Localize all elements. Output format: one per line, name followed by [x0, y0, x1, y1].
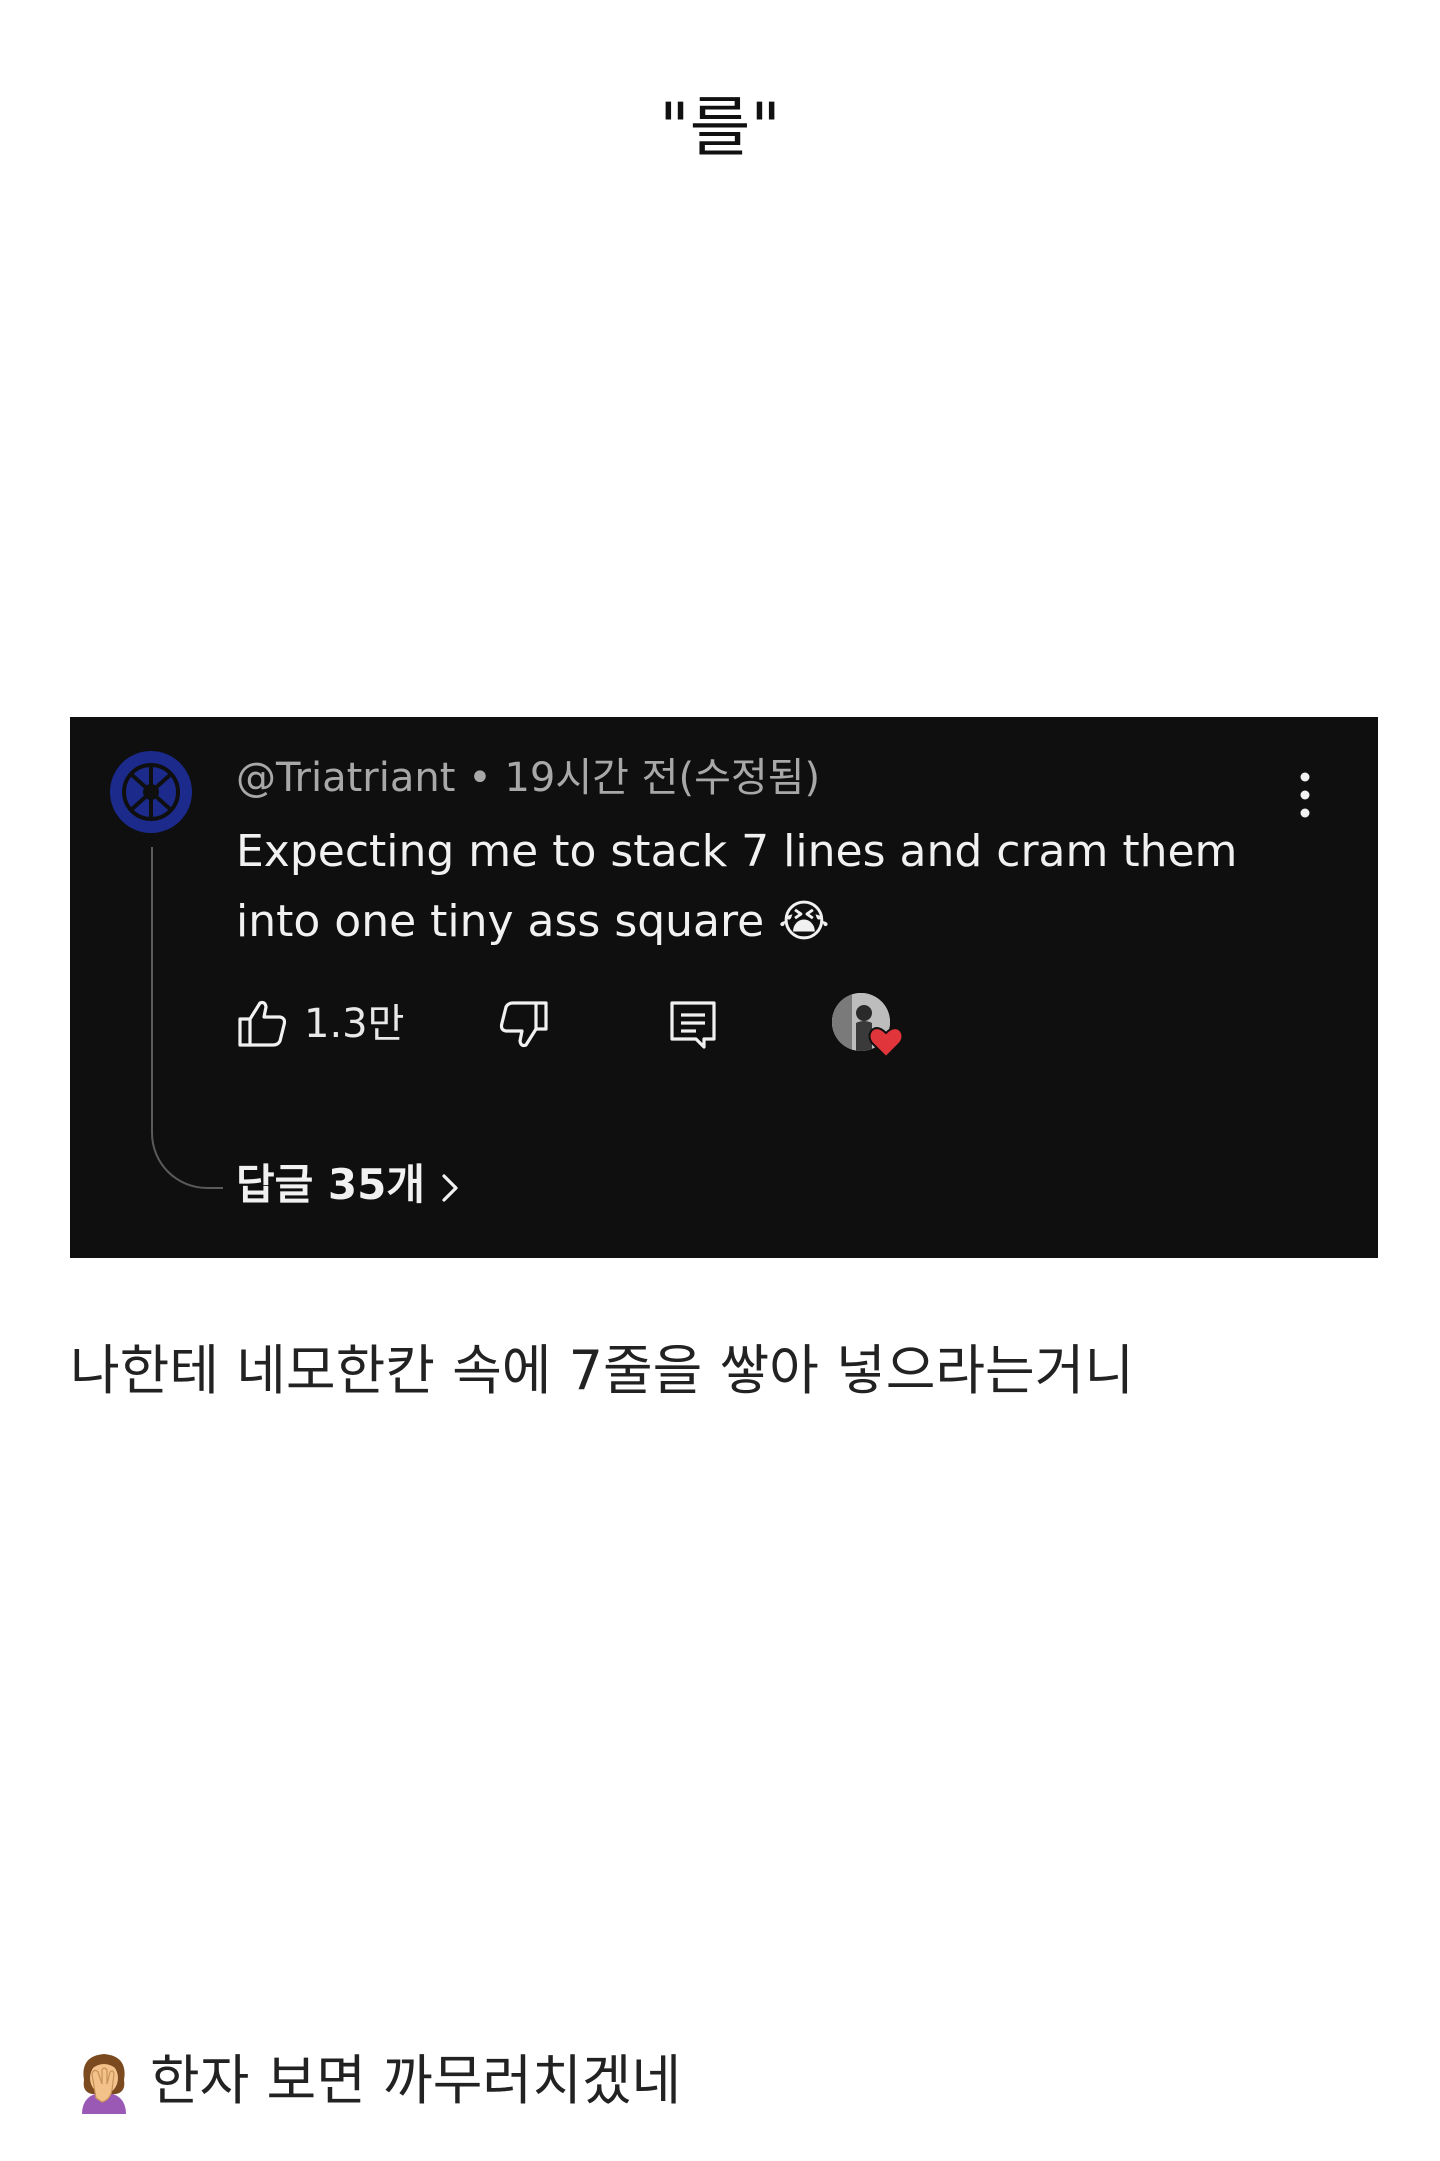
- comment-meta: @Triatriant • 19시간 전(수정됨): [236, 753, 820, 803]
- footer-text: 한자 보면 까무러치겠네: [150, 2049, 682, 2112]
- replies-label: 답글 35개: [236, 1160, 425, 1209]
- view-replies-link[interactable]: 답글 35개: [236, 1157, 465, 1213]
- heart-icon: [868, 1025, 904, 1059]
- comment-text: Expecting me to stack 7 lines and cram t…: [236, 826, 1238, 947]
- facepalm-emoji-icon: [76, 2050, 132, 2114]
- chevron-right-icon: [442, 1173, 458, 1202]
- thumb-up-icon[interactable]: [236, 997, 290, 1051]
- comment-icon[interactable]: [666, 997, 720, 1051]
- more-vert-icon[interactable]: [1290, 765, 1320, 825]
- like-count: 1.3만: [304, 1001, 405, 1047]
- thread-line: [151, 847, 223, 1189]
- comment-time: 19시간 전(수정됨): [504, 755, 821, 801]
- meta-separator: •: [455, 755, 505, 801]
- comment-card: @Triatriant • 19시간 전(수정됨) Expecting me t…: [70, 717, 1378, 1258]
- comment-username[interactable]: @Triatriant: [236, 755, 455, 801]
- page-title: "를": [659, 89, 781, 166]
- comment-actions: 1.3만: [236, 989, 1136, 1061]
- user-avatar[interactable]: [110, 751, 192, 833]
- thumb-down-icon[interactable]: [496, 997, 550, 1051]
- avatar-emblem-icon: [111, 752, 191, 832]
- caption-text: 나한테 네모한칸 속에 7줄을 쌓아 넣으라는거니: [70, 1339, 1135, 1402]
